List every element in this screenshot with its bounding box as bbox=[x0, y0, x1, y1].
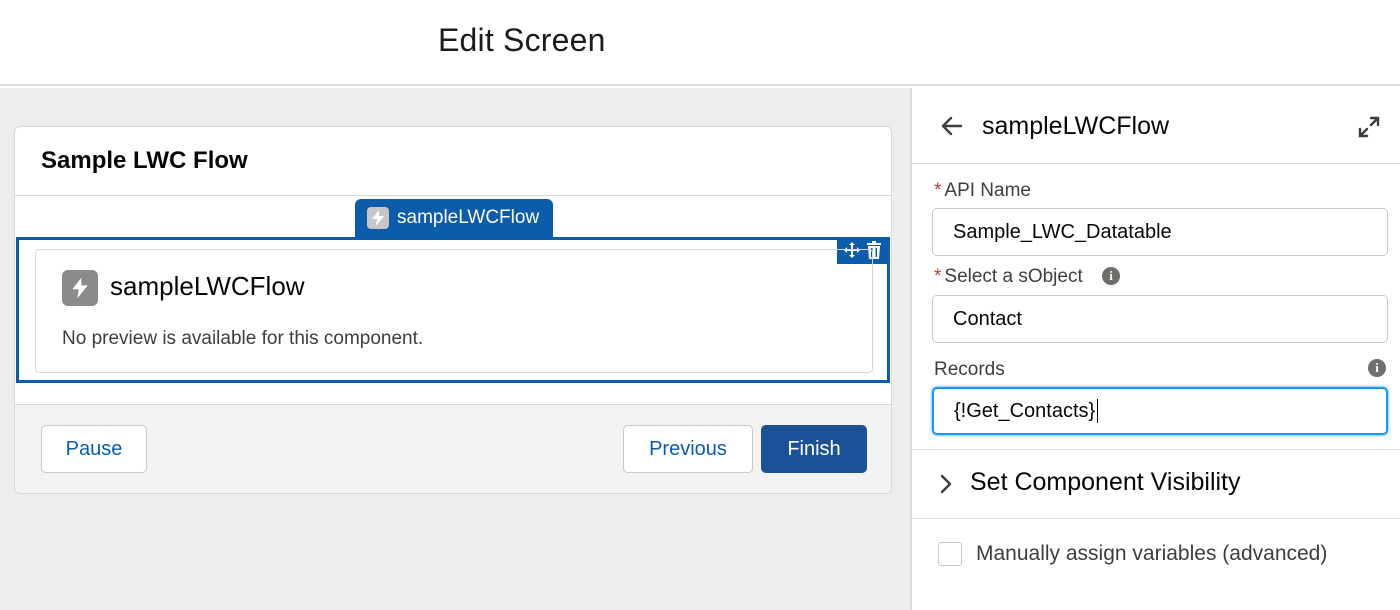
required-marker: * bbox=[934, 266, 942, 287]
pause-button[interactable]: Pause bbox=[41, 425, 147, 473]
screen-canvas: Sample LWC Flow sampleLWCFlow sampleLWCF… bbox=[0, 88, 910, 610]
sobject-field[interactable]: Contact bbox=[932, 295, 1388, 343]
component-preview-note: No preview is available for this compone… bbox=[62, 328, 424, 349]
records-label: Records bbox=[934, 359, 1005, 380]
text-cursor bbox=[1097, 399, 1099, 423]
expand-icon[interactable] bbox=[1358, 116, 1380, 138]
finish-button[interactable]: Finish bbox=[761, 425, 867, 473]
chevron-right-icon bbox=[938, 474, 954, 494]
flow-screen-card: Sample LWC Flow sampleLWCFlow sampleLWCF… bbox=[14, 126, 892, 494]
required-marker: * bbox=[934, 180, 942, 201]
flow-title: Sample LWC Flow bbox=[41, 147, 248, 174]
divider bbox=[15, 195, 891, 196]
info-icon[interactable]: i bbox=[1102, 267, 1120, 285]
visibility-section-label: Set Component Visibility bbox=[970, 468, 1241, 496]
panel-header: sampleLWCFlow bbox=[912, 88, 1400, 164]
component-tab[interactable]: sampleLWCFlow bbox=[355, 199, 553, 237]
page-title: Edit Screen bbox=[438, 22, 606, 58]
component-preview: sampleLWCFlow No preview is available fo… bbox=[35, 249, 873, 373]
info-icon[interactable]: i bbox=[1368, 359, 1386, 377]
back-arrow-icon[interactable] bbox=[940, 114, 964, 138]
component-name: sampleLWCFlow bbox=[110, 271, 305, 301]
api-name-label: * API Name bbox=[934, 180, 1031, 201]
manual-assign-label[interactable]: Manually assign variables (advanced) bbox=[976, 542, 1327, 566]
selected-component-frame[interactable]: sampleLWCFlow No preview is available fo… bbox=[16, 237, 890, 383]
api-name-field[interactable]: Sample_LWC_Datatable bbox=[932, 208, 1388, 256]
divider bbox=[912, 518, 1400, 519]
lightning-bolt-icon bbox=[367, 207, 389, 229]
records-value: {!Get_Contacts} bbox=[954, 399, 1096, 422]
visibility-section-toggle[interactable]: Set Component Visibility bbox=[912, 450, 1400, 518]
page-header: Edit Screen bbox=[0, 0, 1400, 86]
flow-footer: Pause Previous Finish bbox=[15, 404, 891, 493]
previous-button[interactable]: Previous bbox=[623, 425, 753, 473]
component-tab-label: sampleLWCFlow bbox=[397, 207, 540, 228]
properties-panel: sampleLWCFlow * API Name Sample_LWC_Datat… bbox=[910, 88, 1400, 610]
sobject-label: * Select a sObject bbox=[934, 266, 1083, 287]
manual-assign-checkbox[interactable] bbox=[938, 542, 962, 566]
panel-title: sampleLWCFlow bbox=[982, 112, 1170, 140]
records-field[interactable]: {!Get_Contacts} bbox=[932, 387, 1388, 435]
lightning-bolt-icon bbox=[62, 270, 98, 306]
